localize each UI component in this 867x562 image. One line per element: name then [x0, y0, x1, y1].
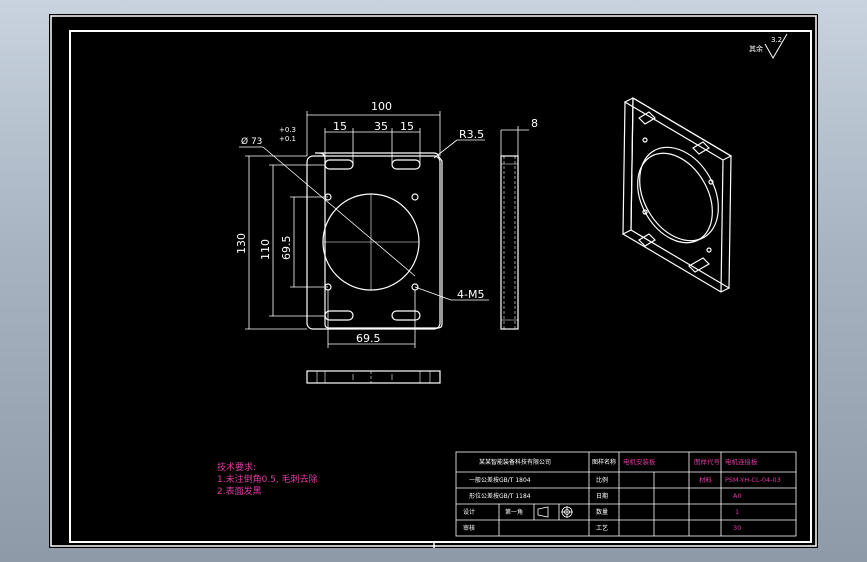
radius-leader: [433, 139, 458, 159]
projection-symbol-icon: [537, 506, 573, 518]
tb-check-label: 审核: [463, 524, 475, 532]
dim-bore-tol-lower: +0.1: [279, 135, 296, 143]
front-dimensions: [245, 111, 529, 348]
tb-material-value: PSM-YH-CL-04-03: [725, 476, 781, 484]
surface-finish-value: 3.2: [771, 36, 782, 44]
plate-body: [306, 155, 441, 330]
dim-slot-offset-right: 15: [400, 120, 414, 133]
dim-bore-diameter: Ø 73: [241, 136, 262, 147]
iso-bore-outer: [639, 146, 719, 242]
tb-company: 某某智能装备科技有限公司: [479, 458, 551, 466]
thread-leader: [414, 286, 452, 301]
slot-top-left: [324, 159, 354, 170]
isometric-view: [622, 96, 733, 293]
mount-hole-tr: [411, 193, 419, 201]
slot-top-right: [391, 159, 421, 170]
tb-material-label: 材料: [699, 475, 713, 484]
tb-scale-label: 比例: [596, 476, 608, 484]
top-view: [306, 370, 441, 384]
iso-top-face: [623, 97, 733, 161]
tb-standard-2: 形位公差按GB/T 1184: [469, 492, 531, 500]
notes-line-1: 1.未注倒角0.5, 毛刺去除: [217, 473, 318, 485]
tb-qty-value: 1: [735, 508, 739, 516]
drawing-sheet: 其余 3.2 100 15 35 15 8 R3.5 Ø 73 +0.3 +0.…: [49, 14, 818, 548]
cad-drawing: 其余 3.2 100 15 35 15 8 R3.5 Ø 73 +0.3 +0.…: [50, 15, 817, 548]
tb-standard-1: 一般公差按GB/T 1804: [469, 476, 531, 484]
tb-drawing-no-value: 电机连接板: [725, 457, 758, 466]
side-view: [500, 155, 519, 330]
dim-slot-height-span: 110: [259, 239, 272, 260]
tb-design-label: 设计: [463, 508, 475, 516]
front-view: [239, 146, 443, 330]
dim-corner-radius: R3.5: [459, 128, 484, 141]
tb-title-label: 图样名称: [592, 458, 616, 466]
notes-line-2: 2.表面发黑: [217, 485, 262, 497]
slot-bottom-right: [391, 310, 421, 321]
tb-date-label: 日期: [596, 492, 608, 500]
dim-overall-width: 100: [371, 100, 392, 113]
dim-plate-thickness: 8: [531, 117, 538, 130]
tb-process-label: 工艺: [596, 524, 608, 532]
dim-slot-offset-left: 15: [333, 120, 347, 133]
tb-title-value: 电机安装板: [623, 457, 656, 466]
dim-hole-horizontal-spacing: 69.5: [356, 332, 381, 345]
tb-sheet-label: 第一角: [505, 508, 523, 516]
iso-bottom-edge: [622, 233, 730, 293]
surface-finish-label: 其余: [749, 44, 763, 53]
tb-drawing-no-label: 图样代号: [694, 457, 721, 466]
notes-title: 技术要求:: [217, 461, 256, 473]
iso-hole-4: [706, 247, 712, 253]
dim-thread-holes: 4-M5: [457, 288, 484, 301]
iso-hole-1: [642, 137, 648, 143]
tb-weight-value: 30: [733, 524, 741, 532]
plate-outline: [315, 152, 443, 329]
dim-hole-vertical-spacing: 69.5: [280, 236, 293, 261]
dim-bore-tol-upper: +0.3: [279, 126, 296, 134]
tb-qty-label: 数量: [596, 508, 608, 516]
iso-left-face: [622, 97, 634, 235]
side-plate: [500, 155, 519, 330]
tb-size-value: A0: [733, 492, 742, 500]
iso-slot-4: [688, 257, 710, 273]
slot-bottom-left: [324, 310, 354, 321]
iso-bore-inner: [637, 152, 713, 244]
dim-slot-spacing: 35: [374, 120, 388, 133]
dim-overall-height: 130: [235, 233, 248, 254]
